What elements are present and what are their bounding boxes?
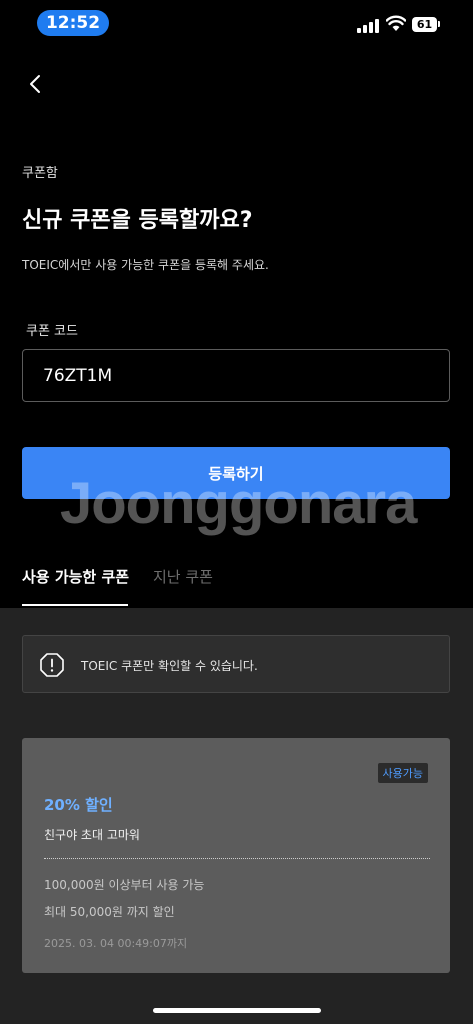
battery-icon: 61	[412, 17, 437, 32]
page-subtitle: TOEIC에서만 사용 가능한 쿠폰을 등록해 주세요.	[22, 258, 269, 272]
coupon-divider	[44, 858, 430, 859]
wifi-icon	[386, 15, 406, 31]
tab-available-coupons[interactable]: 사용 가능한 쿠폰	[22, 566, 129, 587]
home-indicator[interactable]	[153, 1008, 321, 1013]
coupon-list-section: TOEIC 쿠폰만 확인할 수 있습니다. 사용가능 20% 할인 친구야 초대…	[0, 608, 473, 1024]
coupon-expiry: 2025. 03. 04 00:49:07까지	[44, 937, 188, 950]
coupon-discount: 20% 할인	[44, 796, 113, 814]
coupon-name: 친구야 초대 고마워	[44, 828, 140, 842]
signal-icon	[357, 17, 379, 33]
tab-active-indicator	[22, 604, 128, 606]
chevron-left-icon[interactable]	[22, 70, 50, 98]
notice-banner: TOEIC 쿠폰만 확인할 수 있습니다.	[22, 635, 450, 693]
page-title: 신규 쿠폰을 등록할까요?	[22, 208, 253, 233]
status-bar: 12:52 61	[0, 0, 473, 46]
breadcrumb: 쿠폰함	[22, 166, 58, 181]
status-badge: 사용가능	[377, 763, 428, 783]
alert-circle-icon	[40, 653, 64, 677]
coupon-card[interactable]: 사용가능 20% 할인 친구야 초대 고마워 100,000원 이상부터 사용 …	[22, 738, 450, 973]
register-button[interactable]: 등록하기	[22, 447, 450, 499]
coupon-min-purchase: 100,000원 이상부터 사용 가능	[44, 878, 205, 892]
coupon-code-label: 쿠폰 코드	[26, 324, 78, 339]
battery-cap	[438, 21, 440, 27]
notice-text: TOEIC 쿠폰만 확인할 수 있습니다.	[81, 659, 258, 673]
coupon-max-discount: 최대 50,000원 까지 할인	[44, 905, 175, 919]
coupon-code-input[interactable]	[22, 349, 450, 402]
status-time: 12:52	[37, 10, 109, 36]
tab-expired-coupons[interactable]: 지난 쿠폰	[153, 566, 213, 587]
